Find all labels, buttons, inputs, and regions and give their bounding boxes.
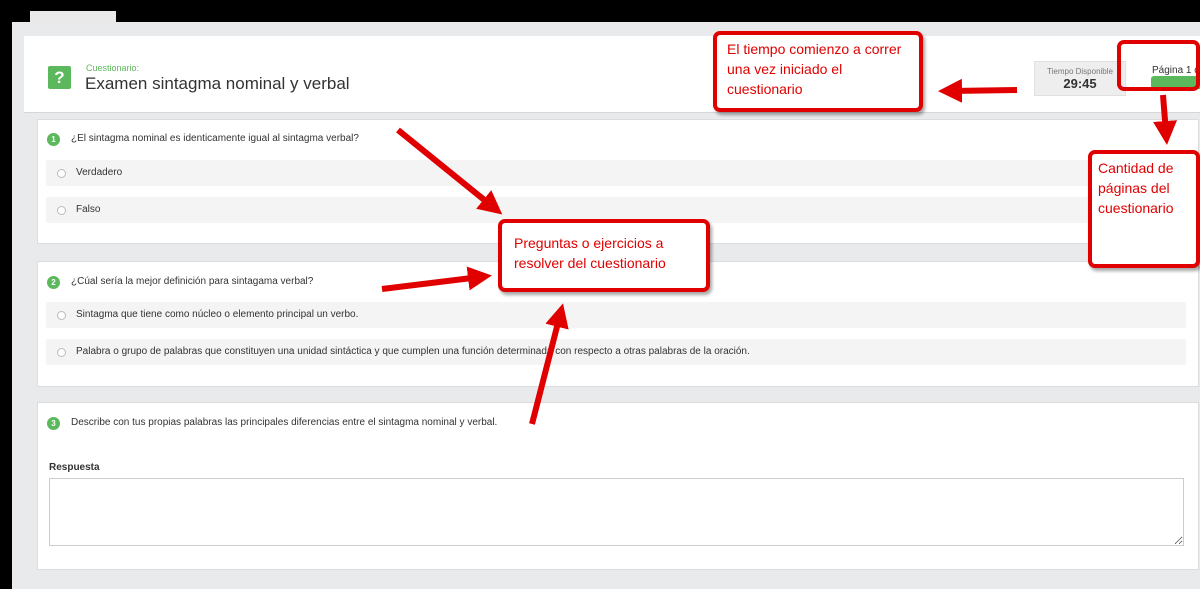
answer-option-1[interactable]: Sintagma que tiene como núcleo o element… — [46, 302, 1186, 328]
answer-option-label: Verdadero — [76, 167, 123, 178]
answer-label: Respuesta — [49, 462, 100, 473]
browser-tab-stub — [30, 11, 116, 22]
question-number-badge: 1 — [47, 133, 60, 146]
quiz-kind-label: Cuestionario: — [86, 63, 140, 73]
radio-button[interactable] — [57, 348, 66, 357]
question-mark-icon: ? — [48, 66, 71, 89]
question-number-badge: 3 — [47, 417, 60, 430]
window-frame-left — [0, 0, 12, 589]
question-card-3: 3 Describe con tus propias palabras las … — [37, 402, 1199, 570]
quiz-title: Examen sintagma nominal y verbal — [85, 74, 350, 93]
answer-option-2[interactable]: Palabra o grupo de palabras que constitu… — [46, 339, 1186, 365]
radio-button[interactable] — [57, 311, 66, 320]
question-text: ¿El sintagma nominal es identicamente ig… — [71, 133, 359, 144]
quiz-header: ? Cuestionario: Examen sintagma nominal … — [24, 36, 1200, 113]
answer-option-true[interactable]: Verdadero — [46, 160, 1186, 186]
time-remaining-box: Tiempo Disponible 29:45 — [1034, 61, 1126, 96]
time-remaining-value: 29:45 — [1063, 76, 1097, 91]
timer-annotation-callout: El tiempo comienzo a correr una vez inic… — [713, 31, 923, 112]
questions-annotation-callout: Preguntas o ejercicios a resolver del cu… — [498, 219, 710, 292]
radio-button[interactable] — [57, 169, 66, 178]
window-frame-top — [0, 0, 1200, 22]
question-text: Describe con tus propias palabras las pr… — [71, 417, 498, 428]
time-remaining-label: Tiempo Disponible — [1047, 67, 1113, 76]
page-indicator-highlight — [1117, 40, 1200, 91]
question-number-badge: 2 — [47, 276, 60, 289]
answer-option-label: Sintagma que tiene como núcleo o element… — [76, 309, 359, 320]
answer-option-label: Palabra o grupo de palabras que constitu… — [76, 346, 750, 357]
radio-button[interactable] — [57, 206, 66, 215]
answer-option-label: Falso — [76, 204, 101, 215]
answer-textarea[interactable] — [49, 478, 1184, 546]
question-text: ¿Cúal sería la mejor definición para sin… — [71, 276, 314, 287]
pages-annotation-callout: Cantidad de páginas del cuestionario — [1088, 150, 1200, 268]
quiz-page: ? Cuestionario: Examen sintagma nominal … — [12, 22, 1200, 589]
